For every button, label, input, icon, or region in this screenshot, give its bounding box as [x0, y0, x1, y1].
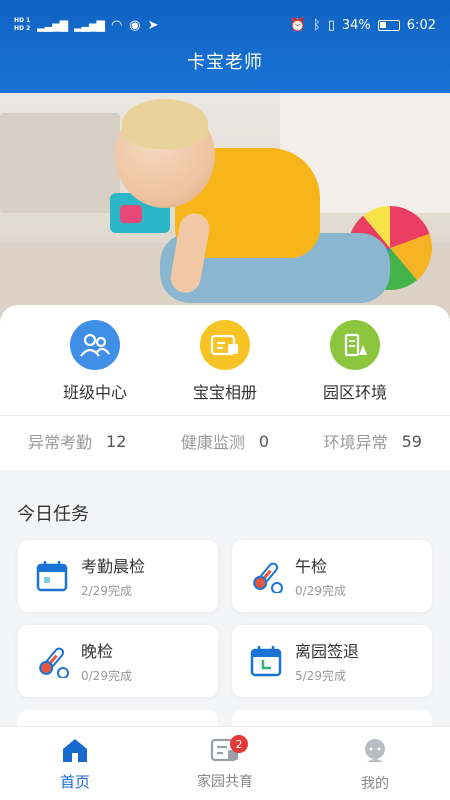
status-bar: HD 1 HD 2 ▂▃▅▇ ▂▃▅▇ ◠ ◉ ➤ ⏰ ᛒ ▯ 34% 6:02 — [0, 0, 450, 50]
divider — [0, 415, 450, 416]
thermometer-icon — [39, 647, 69, 678]
task-name: 午检 — [295, 557, 328, 576]
section-title-tasks: 今日任务 — [17, 504, 89, 525]
stats-row: 异常考勤 12 健康监测 0 环境异常 59 — [0, 429, 450, 453]
top-bar: HD 1 HD 2 ▂▃▅▇ ▂▃▅▇ ◠ ◉ ➤ ⏰ ᛒ ▯ 34% 6:02 … — [0, 0, 450, 93]
stat-abnormal-attendance[interactable]: 异常考勤 12 — [28, 429, 126, 453]
battery-icon — [377, 19, 400, 31]
tab-label: 首页 — [59, 773, 90, 791]
task-name: 考勤晨检 — [81, 557, 146, 576]
shortcut-row: 班级中心 宝宝相册 园区环境 — [0, 320, 450, 403]
stat-label: 异常考勤 — [28, 433, 93, 452]
bottom-nav: 首页 家园共育 我的 2 — [0, 726, 450, 800]
task-name: 离园签退 — [295, 642, 360, 661]
location-icon: ➤ — [147, 17, 159, 33]
task-card-morning-check[interactable]: 考勤晨检 2/29完成 — [18, 540, 218, 612]
vibrate-icon: ▯ — [327, 17, 335, 33]
stat-value: 0 — [258, 431, 270, 451]
class-center-icon — [70, 320, 120, 370]
task-card-leave-signout[interactable]: 离园签退 5/29完成 — [232, 625, 432, 697]
page-title: 卡宝老师 — [187, 52, 263, 73]
task-progress: 0/29完成 — [295, 584, 346, 598]
shortcut-card: 班级中心 宝宝相册 园区环境 异常考勤 12 健康监测 0 环境异常 59 — [0, 305, 450, 470]
shortcut-park-environment[interactable]: 园区环境 — [300, 320, 410, 403]
task-progress: 0/29完成 — [81, 669, 132, 683]
status-left: HD 1 HD 2 ▂▃▅▇ ▂▃▅▇ ◠ ◉ ➤ — [14, 17, 159, 33]
task-card-evening-check[interactable]: 晚检 0/29完成 — [18, 625, 218, 697]
notification-icon: ◉ — [129, 17, 141, 33]
shortcut-label: 宝宝相册 — [192, 383, 257, 402]
tab-home[interactable]: 首页 — [0, 727, 150, 800]
tab-label: 我的 — [361, 776, 389, 792]
signal-icon-2: ▂▃▅▇ — [74, 18, 105, 32]
tab-label: 家园共育 — [197, 774, 253, 790]
stat-value: 59 — [401, 431, 422, 451]
thermometer-icon — [253, 562, 283, 593]
alarm-icon: ⏰ — [289, 17, 306, 33]
signal-icon: ▂▃▅▇ — [37, 18, 68, 32]
bluetooth-icon: ᛒ — [312, 17, 321, 33]
wifi-icon: ◠ — [110, 17, 123, 33]
clock: 6:02 — [406, 17, 436, 33]
stat-environment-abnormal[interactable]: 环境异常 59 — [324, 429, 422, 453]
task-name: 晚检 — [81, 642, 114, 661]
task-progress: 5/29完成 — [295, 669, 346, 683]
status-right: ⏰ ᛒ ▯ 34% 6:02 — [290, 18, 436, 33]
stat-health-monitoring[interactable]: 健康监测 0 — [181, 429, 269, 453]
shortcut-label: 园区环境 — [322, 383, 387, 402]
shortcut-class-center[interactable]: 班级中心 — [40, 320, 150, 403]
battery-percent: 34% — [341, 17, 371, 33]
tab-mine[interactable]: 我的 — [300, 727, 450, 800]
home-icon — [63, 739, 87, 762]
profile-icon — [365, 739, 385, 762]
tab-home-school[interactable]: 家园共育 — [150, 727, 300, 800]
environment-icon — [330, 320, 380, 370]
hero-banner-image[interactable] — [0, 93, 450, 333]
notification-badge: 2 — [230, 735, 248, 753]
shortcut-label: 班级中心 — [62, 383, 127, 402]
calendar-icon — [36, 561, 68, 592]
calendar-clock-icon — [250, 646, 282, 677]
shortcut-baby-album[interactable]: 宝宝相册 — [170, 320, 280, 403]
task-progress: 2/29完成 — [81, 584, 132, 598]
hd-icon: HD 1 HD 2 — [14, 17, 31, 32]
stat-label: 健康监测 — [180, 433, 245, 452]
stat-label: 环境异常 — [323, 433, 388, 452]
task-card-noon-check[interactable]: 午检 0/29完成 — [232, 540, 432, 612]
album-icon — [200, 320, 250, 370]
stat-value: 12 — [106, 431, 127, 451]
